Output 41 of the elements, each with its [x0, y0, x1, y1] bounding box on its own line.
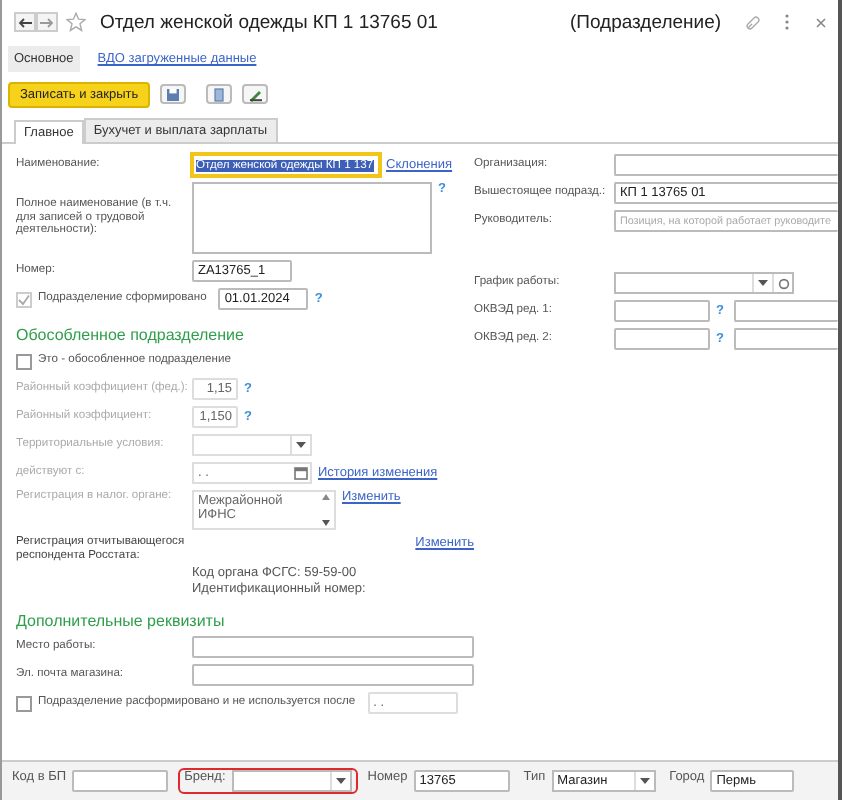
edit-button[interactable] [242, 84, 269, 104]
save-button[interactable] [160, 84, 187, 104]
section-heading: Дополнительные реквизиты [16, 612, 227, 630]
window-title: Отдел женской одежды КП 1 13765 01 [100, 11, 438, 33]
input-field[interactable] [614, 154, 838, 176]
text-area[interactable] [192, 182, 432, 254]
close-icon[interactable] [816, 17, 826, 27]
checkbox[interactable] [16, 695, 32, 711]
dropdown-button[interactable] [329, 772, 350, 790]
caret-icon [758, 279, 768, 287]
dropdown-field[interactable] [614, 272, 794, 294]
input-field[interactable] [192, 664, 474, 686]
input-field[interactable] [72, 770, 169, 792]
dropdown-field[interactable] [231, 770, 352, 792]
checkbox[interactable] [16, 353, 32, 369]
input-field[interactable] [733, 300, 838, 322]
caret-icon [639, 777, 650, 785]
dropdown-field[interactable] [192, 434, 312, 456]
back-button[interactable] [14, 12, 36, 32]
calendar-icon[interactable] [294, 466, 308, 480]
input-field[interactable] [614, 328, 710, 350]
open-button[interactable] [772, 274, 792, 292]
dropdown-button[interactable] [290, 436, 310, 454]
link-icon[interactable] [746, 15, 760, 29]
scroll-down-icon[interactable] [322, 520, 330, 526]
input-field[interactable] [192, 636, 474, 658]
circle-icon [777, 277, 789, 289]
window-subtitle: (Подразделение) [569, 11, 722, 33]
section-heading: Обособленное подразделение [16, 326, 246, 344]
caret-icon [335, 777, 346, 785]
more-icon[interactable] [784, 14, 790, 30]
document-button[interactable] [206, 84, 233, 104]
pencil-icon [247, 87, 264, 101]
dropdown-button[interactable] [752, 274, 772, 292]
caret-icon [296, 441, 306, 449]
dropdown-button[interactable] [633, 772, 654, 790]
scroll-up-icon[interactable] [322, 494, 330, 500]
input-field[interactable] [733, 328, 838, 350]
document-icon [214, 87, 225, 101]
star-icon[interactable] [66, 12, 86, 32]
input-field[interactable] [614, 300, 710, 322]
